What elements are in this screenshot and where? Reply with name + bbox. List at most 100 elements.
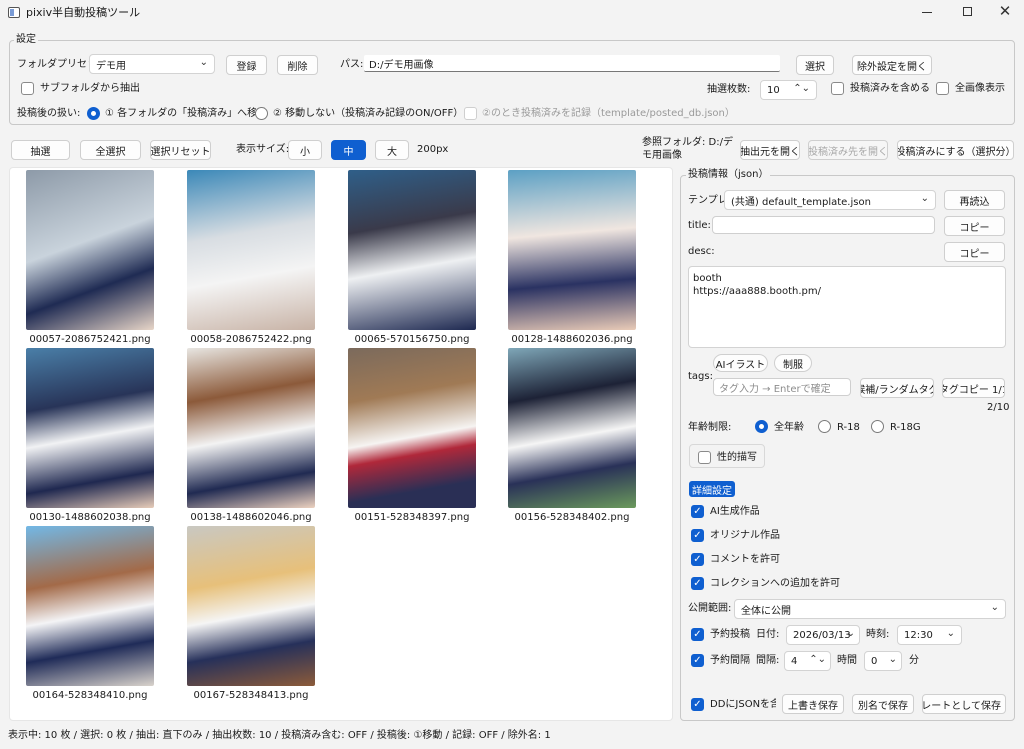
desc-copy-button[interactable]: コピー <box>944 242 1005 262</box>
extract-count-spinbox[interactable]: 10 ⌃⌄ <box>760 80 817 100</box>
save-as-button[interactable]: 別名で保存 <box>852 694 914 714</box>
age-all-radio[interactable] <box>755 420 768 433</box>
spin-arrows-icon[interactable]: ⌃⌄ <box>809 654 826 665</box>
allow-comment-label: コメントを許可 <box>710 554 780 565</box>
include-posted-checkbox[interactable] <box>831 82 844 95</box>
image-thumbnail[interactable] <box>508 348 636 508</box>
size-small-button[interactable]: 小 <box>288 140 322 160</box>
extract-count-label: 抽選枚数: <box>707 84 751 95</box>
image-filename: 00156-528348402.png <box>514 512 630 523</box>
image-thumbnail[interactable] <box>187 526 315 686</box>
gap-label: 間隔: <box>756 655 780 666</box>
preset-select[interactable]: デモ用 ⌄ <box>89 54 215 74</box>
tag-candidates-button[interactable]: 候補/ランダムタグ <box>860 378 934 398</box>
chevron-down-icon: ⌄ <box>946 628 955 639</box>
allow-collection-label: コレクションへの追加を許可 <box>710 578 840 589</box>
interval-checkbox[interactable]: ✓ <box>691 654 704 667</box>
overwrite-save-button[interactable]: 上書き保存 <box>782 694 844 714</box>
title-input[interactable] <box>712 216 935 234</box>
image-filename: 00151-528348397.png <box>354 512 470 523</box>
select-reset-button[interactable]: 選択リセット <box>150 140 211 160</box>
age-r18g-radio[interactable] <box>871 420 884 433</box>
delete-button[interactable]: 削除 <box>277 55 318 75</box>
sexual-label: 性的描写 <box>717 452 757 463</box>
tag-input[interactable]: タグ入力 → Enterで確定 <box>713 378 851 396</box>
image-filename: 00128-1488602036.png <box>511 334 633 345</box>
path-label: パス: <box>340 59 364 70</box>
exclude-settings-button[interactable]: 除外設定を開く <box>852 55 932 75</box>
subfolder-checkbox[interactable] <box>21 82 34 95</box>
dd-json-checkbox[interactable]: ✓ <box>691 698 704 711</box>
age-all-label: 全年齢 <box>774 422 804 433</box>
app-icon <box>8 7 20 18</box>
window-title: pixiv半自動投稿ツール <box>26 6 141 19</box>
visibility-select[interactable]: 全体に公開 ⌄ <box>734 599 1006 619</box>
size-medium-button[interactable]: 中 <box>331 140 366 160</box>
chevron-down-icon: ⌄ <box>199 57 208 68</box>
open-source-button[interactable]: 抽出元を開く <box>740 140 800 160</box>
show-all-checkbox[interactable] <box>936 82 949 95</box>
nomove-radio[interactable] <box>255 107 268 120</box>
image-thumbnail[interactable] <box>187 170 315 330</box>
select-all-button[interactable]: 全選択 <box>80 140 141 160</box>
ai-generated-checkbox[interactable]: ✓ <box>691 505 704 518</box>
sexual-checkbox[interactable] <box>698 451 711 464</box>
image-thumbnail[interactable] <box>508 170 636 330</box>
chevron-down-icon: ⌄ <box>846 628 855 639</box>
desc-textarea[interactable]: booth https://aaa888.booth.pm/ <box>688 266 1006 348</box>
size-large-button[interactable]: 大 <box>375 140 409 160</box>
age-r18-label: R-18 <box>837 422 860 433</box>
image-filename: 00065-570156750.png <box>354 334 470 345</box>
open-dest-button[interactable]: 投稿済み先を開く <box>808 140 888 160</box>
tag-count: 2/10 <box>987 402 1010 413</box>
schedule-checkbox[interactable]: ✓ <box>691 628 704 641</box>
tag-chip-ai[interactable]: AIイラスト <box>713 354 768 372</box>
record-checkbox[interactable] <box>464 107 477 120</box>
include-posted-label: 投稿済みを含める <box>850 83 930 94</box>
draw-button[interactable]: 抽選 <box>11 140 70 160</box>
image-thumbnail[interactable] <box>26 170 154 330</box>
image-thumbnail[interactable] <box>348 170 476 330</box>
template-select[interactable]: (共通) default_template.json ⌄ <box>724 190 936 210</box>
minute-select[interactable]: 0 ⌄ <box>864 651 902 671</box>
image-filename: 00167-528348413.png <box>193 690 309 701</box>
title-label: title: <box>688 220 711 231</box>
allow-collection-checkbox[interactable]: ✓ <box>691 577 704 590</box>
time-picker[interactable]: 12:30 ⌄ <box>897 625 962 645</box>
title-copy-button[interactable]: コピー <box>944 216 1005 236</box>
image-thumbnail[interactable] <box>348 348 476 508</box>
status-bar: 表示中: 10 枚 / 選択: 0 枚 / 抽出: 直下のみ / 抽出枚数: 1… <box>8 730 551 741</box>
image-thumbnail[interactable] <box>26 348 154 508</box>
maximize-icon[interactable] <box>963 7 972 16</box>
original-checkbox[interactable]: ✓ <box>691 529 704 542</box>
ai-generated-label: AI生成作品 <box>710 506 760 517</box>
path-input[interactable]: D:/デモ用画像 <box>364 55 780 72</box>
tag-chip-uniform[interactable]: 制服 <box>774 354 812 372</box>
gap-spinbox[interactable]: 4 ⌃⌄ <box>784 651 831 671</box>
image-thumbnail[interactable] <box>26 526 154 686</box>
reload-button[interactable]: 再読込 <box>944 190 1005 210</box>
mark-posted-button[interactable]: 投稿済みにする（選択分） <box>897 140 1014 160</box>
close-icon[interactable]: ✕ <box>997 3 1013 19</box>
nomove-radio-label: ② 移動しない（投稿済み記録のON/OFF） <box>273 108 464 119</box>
chevron-down-icon: ⌄ <box>888 654 897 665</box>
path-select-button[interactable]: 選択 <box>796 55 834 75</box>
age-r18-radio[interactable] <box>818 420 831 433</box>
image-thumbnail[interactable] <box>187 348 315 508</box>
allow-comment-checkbox[interactable]: ✓ <box>691 553 704 566</box>
register-button[interactable]: 登録 <box>226 55 267 75</box>
detail-settings-badge[interactable]: 詳細設定 <box>689 481 735 497</box>
tag-copy-button[interactable]: タグコピー 1/1 <box>942 378 1005 398</box>
time-label: 時刻: <box>866 629 890 640</box>
move-radio[interactable] <box>87 107 100 120</box>
settings-group-title: 設定 <box>14 33 38 47</box>
tags-label: tags: <box>688 371 713 382</box>
date-picker[interactable]: 2026/03/13 ⌄ <box>786 625 860 645</box>
visibility-label: 公開範囲: <box>688 603 732 614</box>
post-info-title: 投稿情報（json） <box>686 168 771 182</box>
save-template-button[interactable]: テンプレートとして保存 <box>922 694 1006 714</box>
minimize-icon[interactable] <box>922 12 932 13</box>
spin-arrows-icon[interactable]: ⌃⌄ <box>793 83 810 94</box>
chevron-down-icon: ⌄ <box>990 602 999 613</box>
subfolder-label: サブフォルダから抽出 <box>40 83 140 94</box>
